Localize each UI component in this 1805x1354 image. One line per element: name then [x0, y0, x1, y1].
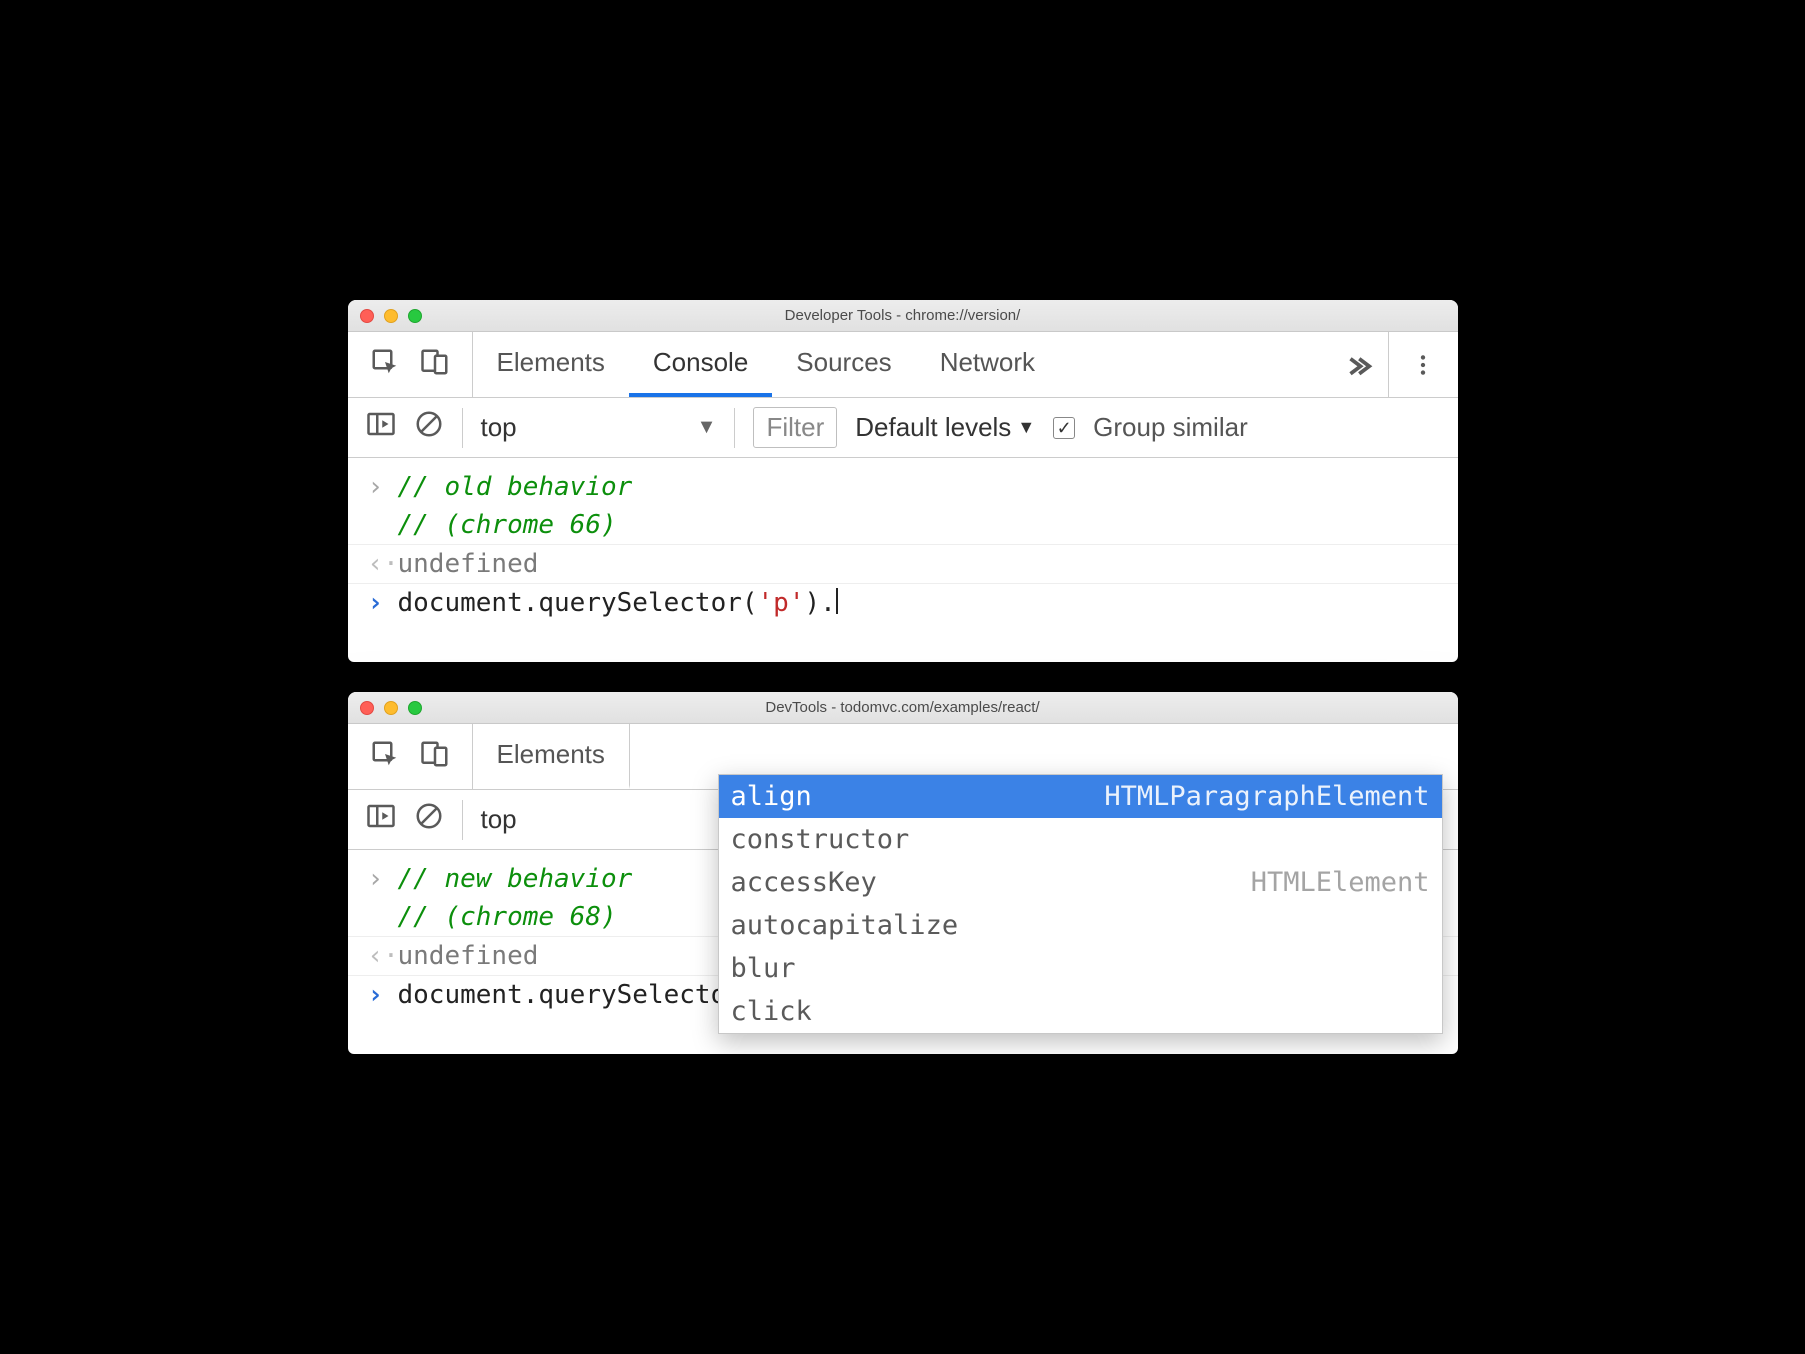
console-result: undefined [398, 549, 1438, 579]
console-entry: // (chrome 66) [398, 510, 1438, 540]
prompt-chevron-icon: › [368, 588, 398, 618]
panel-tabs: Elements Console Sources Network [473, 332, 1328, 397]
autocomplete-item[interactable]: constructor [719, 818, 1442, 861]
autocomplete-item[interactable]: autocapitalize [719, 904, 1442, 947]
comment: // (chrome 68) [398, 902, 617, 932]
titlebar: DevTools - todomvc.com/examples/react/ [348, 692, 1458, 724]
devtools-window-1: Developer Tools - chrome://version/ Elem… [348, 300, 1458, 662]
console-toolbar: top ▼ Filter Default levels ▼ ✓ Group si… [348, 398, 1458, 458]
tab-elements[interactable]: Elements [473, 724, 630, 789]
console-sidebar-toggle-icon[interactable] [366, 801, 396, 838]
inspect-tools [348, 332, 473, 397]
autocomplete-label: autocapitalize [731, 910, 959, 941]
tabbar: Elements Console Sources Network [348, 332, 1458, 398]
console-input-row: // (chrome 66) [348, 506, 1458, 545]
inspect-tools [348, 724, 473, 789]
window-title: Developer Tools - chrome://version/ [785, 307, 1021, 324]
prompt-chevron-icon: › [368, 980, 398, 1010]
console-prompt[interactable]: document.querySelector('p'). [398, 588, 1438, 618]
autocomplete-item[interactable]: click [719, 990, 1442, 1033]
clear-console-icon[interactable] [414, 801, 444, 838]
autocomplete-hint: HTMLParagraphElement [1104, 781, 1429, 812]
output-chevron-icon: ‹· [368, 941, 398, 971]
filter-input[interactable]: Filter [753, 407, 837, 448]
tab-network[interactable]: Network [916, 332, 1059, 397]
inspect-element-icon[interactable] [370, 347, 400, 382]
close-icon[interactable] [360, 701, 374, 715]
levels-label: Default levels [855, 412, 1011, 443]
minimize-icon[interactable] [384, 309, 398, 323]
chevron-down-icon: ▼ [697, 416, 717, 439]
console-entry: // old behavior [398, 472, 1438, 502]
inspect-element-icon[interactable] [370, 739, 400, 774]
log-levels-selector[interactable]: Default levels ▼ [855, 412, 1035, 443]
chevron-down-icon: ▼ [1017, 417, 1035, 438]
code-string: 'p' [758, 588, 805, 618]
minimize-icon[interactable] [384, 701, 398, 715]
toggle-device-icon[interactable] [420, 347, 450, 382]
tab-console[interactable]: Console [629, 332, 772, 397]
autocomplete-popup: align HTMLParagraphElement constructor a… [718, 774, 1443, 1034]
input-chevron-icon: › [368, 864, 398, 894]
text-cursor [836, 588, 838, 614]
separator [734, 408, 735, 448]
autocomplete-label: accessKey [731, 867, 877, 898]
output-chevron-icon: ‹· [368, 549, 398, 579]
separator [462, 408, 463, 448]
toggle-device-icon[interactable] [420, 739, 450, 774]
traffic-lights [360, 309, 422, 323]
tab-elements[interactable]: Elements [473, 332, 629, 397]
context-selector[interactable]: top [481, 804, 517, 835]
comment: // (chrome 66) [398, 510, 617, 540]
close-icon[interactable] [360, 309, 374, 323]
autocomplete-item[interactable]: align HTMLParagraphElement [719, 775, 1442, 818]
console-body: › // old behavior // (chrome 66) ‹· unde… [348, 458, 1458, 662]
context-label: top [481, 412, 517, 443]
console-body: align HTMLParagraphElement constructor a… [348, 850, 1458, 1054]
console-input-row: › // old behavior [348, 468, 1458, 506]
code: document.querySelector( [398, 588, 758, 618]
clear-console-icon[interactable] [414, 409, 444, 446]
window-title: DevTools - todomvc.com/examples/react/ [765, 699, 1039, 716]
devtools-window-2: DevTools - todomvc.com/examples/react/ E… [348, 692, 1458, 1054]
separator [462, 800, 463, 840]
traffic-lights [360, 701, 422, 715]
context-selector[interactable]: top ▼ [481, 412, 717, 443]
zoom-icon[interactable] [408, 701, 422, 715]
autocomplete-item[interactable]: accessKey HTMLElement [719, 861, 1442, 904]
group-similar-label: Group similar [1093, 412, 1248, 443]
input-chevron-icon: › [368, 472, 398, 502]
autocomplete-label: align [731, 781, 812, 812]
zoom-icon[interactable] [408, 309, 422, 323]
tabs-overflow-icon[interactable] [1328, 332, 1388, 397]
autocomplete-label: click [731, 996, 812, 1027]
code: document.querySelector( [398, 980, 758, 1010]
titlebar: Developer Tools - chrome://version/ [348, 300, 1458, 332]
context-label: top [481, 804, 517, 835]
autocomplete-label: blur [731, 953, 796, 984]
autocomplete-hint: HTMLElement [1251, 867, 1430, 898]
tab-sources[interactable]: Sources [772, 332, 915, 397]
console-prompt-row[interactable]: › document.querySelector('p'). [348, 584, 1458, 622]
console-output-row: ‹· undefined [348, 545, 1458, 584]
kebab-menu-icon[interactable] [1388, 332, 1458, 397]
code: ). [805, 588, 836, 618]
comment: // old behavior [398, 472, 633, 502]
comment: // new behavior [398, 864, 633, 894]
group-similar-checkbox[interactable]: ✓ [1053, 417, 1075, 439]
autocomplete-item[interactable]: blur [719, 947, 1442, 990]
console-sidebar-toggle-icon[interactable] [366, 409, 396, 446]
autocomplete-label: constructor [731, 824, 910, 855]
